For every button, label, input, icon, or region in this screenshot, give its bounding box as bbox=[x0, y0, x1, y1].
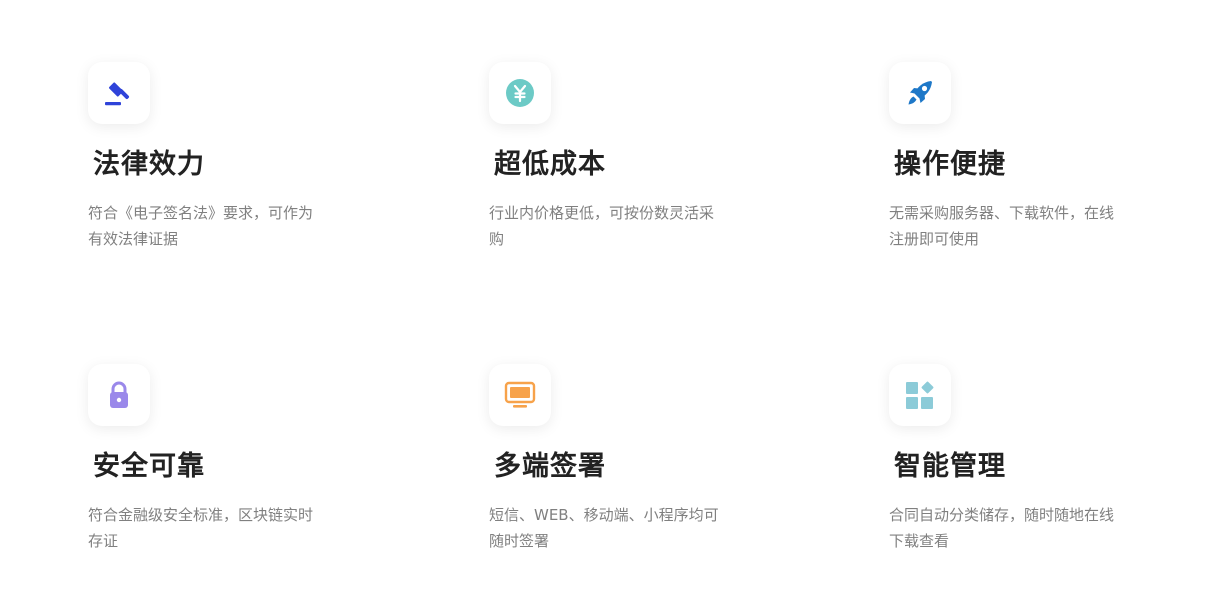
feature-title: 操作便捷 bbox=[894, 149, 1006, 180]
feature-easy-operation: 操作便捷 无需采购服务器、下载软件，在线注册即可使用 bbox=[889, 62, 1149, 252]
icon-box bbox=[889, 364, 951, 426]
feature-title: 智能管理 bbox=[894, 451, 1006, 482]
feature-title: 多端签署 bbox=[494, 451, 606, 482]
gavel-icon bbox=[103, 77, 135, 109]
feature-title: 超低成本 bbox=[494, 149, 606, 180]
feature-description: 短信、WEB、移动端、小程序均可随时签署 bbox=[489, 506, 719, 550]
monitor-icon bbox=[503, 379, 537, 411]
icon-box bbox=[889, 62, 951, 124]
icon-box bbox=[88, 364, 150, 426]
feature-smart-management: 智能管理 合同自动分类储存，随时随地在线下载查看 bbox=[889, 364, 1149, 554]
feature-description: 行业内价格更低，可按份数灵活采购 bbox=[489, 204, 715, 248]
feature-description: 无需采购服务器、下载软件，在线注册即可使用 bbox=[889, 204, 1115, 248]
feature-description: 符合《电子签名法》要求，可作为有效法律证据 bbox=[88, 204, 314, 248]
yen-coin-icon bbox=[504, 77, 536, 109]
feature-low-cost: 超低成本 行业内价格更低，可按份数灵活采购 bbox=[489, 62, 749, 252]
icon-box bbox=[88, 62, 150, 124]
feature-security: 安全可靠 符合金融级安全标准，区块链实时存证 bbox=[88, 364, 348, 554]
feature-multi-platform: 多端签署 短信、WEB、移动端、小程序均可随时签署 bbox=[489, 364, 749, 554]
feature-description: 符合金融级安全标准，区块链实时存证 bbox=[88, 506, 314, 550]
rocket-icon bbox=[904, 77, 936, 109]
feature-title: 安全可靠 bbox=[93, 451, 205, 482]
feature-legal-validity: 法律效力 符合《电子签名法》要求，可作为有效法律证据 bbox=[88, 62, 348, 252]
lock-icon bbox=[103, 379, 135, 411]
apps-grid-icon bbox=[904, 379, 936, 411]
icon-box bbox=[489, 62, 551, 124]
icon-box bbox=[489, 364, 551, 426]
feature-description: 合同自动分类储存，随时随地在线下载查看 bbox=[889, 506, 1115, 550]
feature-title: 法律效力 bbox=[93, 149, 205, 180]
